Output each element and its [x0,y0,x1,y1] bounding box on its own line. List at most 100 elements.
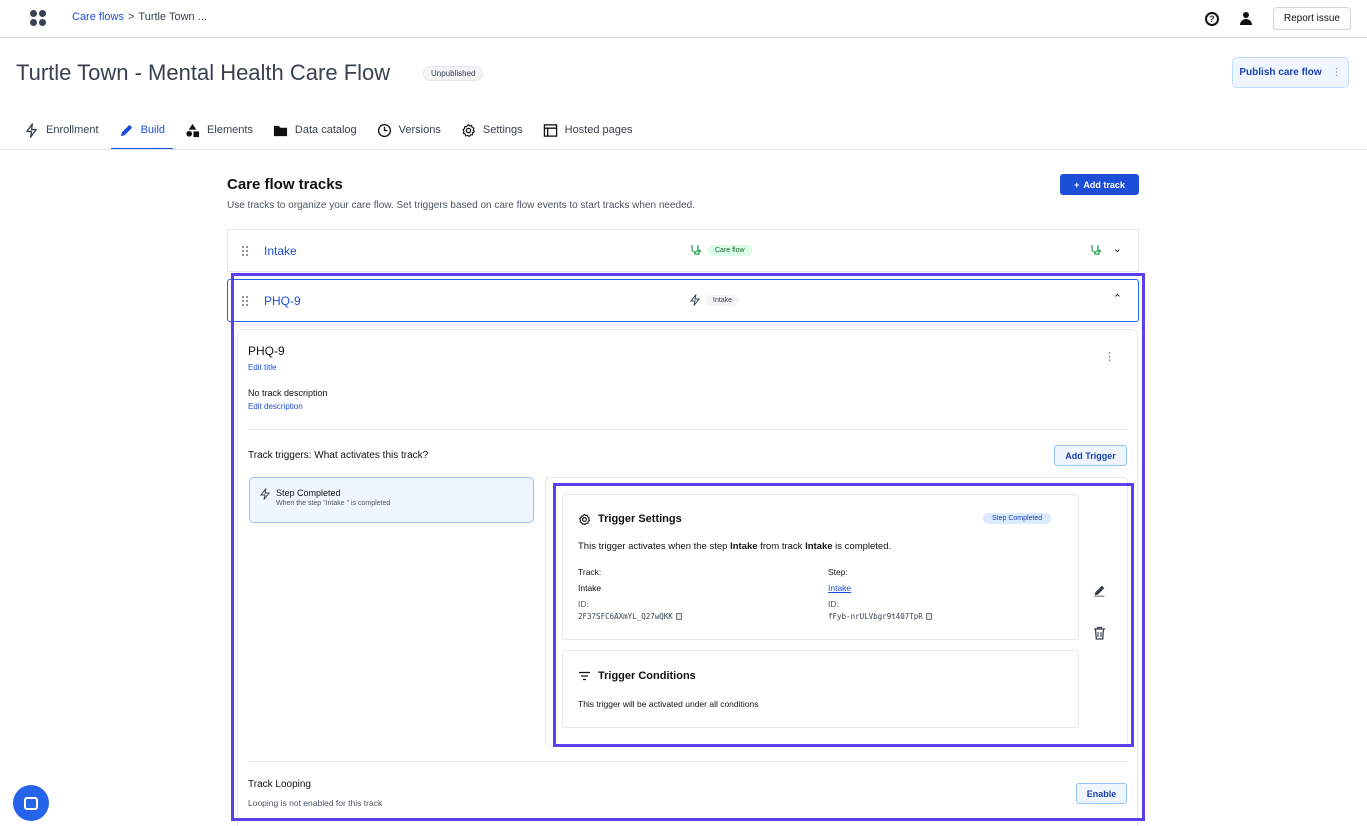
section-subtitle: Use tracks to organize your care flow. S… [227,200,696,211]
add-track-label: Add track [1083,179,1125,190]
track-value: Intake [578,583,602,593]
lightning-icon [26,122,37,138]
edit-title-link[interactable]: Edit title [248,363,276,372]
track-row-phq-9[interactable]: PHQ-9 Intake ⌃ [227,279,1139,322]
gear-icon [579,513,591,526]
tab-label: Settings [482,124,523,136]
track-trigger-summary: Care flow [690,244,752,256]
track-trigger-summary: Intake [690,294,740,306]
top-right-actions: ? Report issue [1204,7,1351,30]
trigger-pill: Care flow [708,244,752,256]
page-title: Turtle Town - Mental Health Care Flow [16,60,391,85]
edit-description-link[interactable]: Edit description [248,402,303,411]
folder-icon [273,125,287,136]
tab-label: Data catalog [294,124,357,136]
tab-label: Build [140,124,166,136]
track-id: 2F37SFC6AXmYL_Q27wQKK [578,612,682,621]
app-logo-icon[interactable] [30,10,46,26]
desc-pre: This trigger activates when the step [578,541,731,552]
stethoscope-icon [691,245,701,255]
tab-elements[interactable]: Elements [177,110,261,150]
publish-label: Publish care flow [1239,67,1322,78]
pencil-icon [120,124,132,136]
track-label: Track: [578,567,602,577]
track-detail-title: PHQ-9 [248,344,285,358]
breadcrumb-care-flows[interactable]: Care flows [72,11,124,23]
desc-post: is completed. [832,541,892,552]
track-name[interactable]: PHQ-9 [264,294,301,308]
track-looping-description: Looping is not enabled for this track [248,798,383,808]
status-badge: Unpublished [423,66,484,81]
clock-icon [377,123,391,137]
edit-icon[interactable] [1093,584,1106,597]
drag-handle-icon[interactable] [242,296,249,306]
trash-icon[interactable] [1093,626,1106,640]
nav-tabs: Enrollment Build Elements Data catalog V… [16,110,645,150]
kebab-icon[interactable]: ⋮ [1104,350,1115,363]
user-icon[interactable] [1239,11,1253,26]
trigger-item-title: Step Completed [276,488,341,498]
step-label: Step: [828,567,848,577]
tabs-divider [0,149,1367,150]
plus-icon: + [1074,179,1080,190]
track-name[interactable]: Intake [264,244,297,258]
track-id-value: 2F37SFC6AXmYL_Q27wQKK [578,612,673,621]
tab-settings[interactable]: Settings [453,110,531,150]
breadcrumb-current: Turtle Town ... [138,11,207,23]
gear-icon [462,123,475,137]
copy-icon[interactable] [675,613,682,620]
top-bar: Care flows > Turtle Town ... ? Report is… [0,0,1367,38]
chat-launcher-icon[interactable] [13,785,49,821]
breadcrumb-separator: > [127,11,135,23]
track-id-label: ID: [578,599,589,609]
step-id-value: fFyb-nrULVbgr9t407TpR [828,612,923,621]
section-title: Care flow tracks [227,176,343,193]
tab-build[interactable]: Build [110,110,174,150]
report-issue-button[interactable]: Report issue [1272,7,1351,30]
tab-hosted-pages[interactable]: Hosted pages [535,110,641,150]
trigger-item-subtitle: When the step "Intake " is completed [276,500,391,507]
trigger-settings-title: Trigger Settings [598,513,682,525]
tab-versions[interactable]: Versions [369,110,449,150]
divider [248,429,1128,430]
trigger-conditions-card [562,650,1079,728]
trigger-list-item[interactable]: Step Completed When the step "Intake " i… [249,477,534,523]
trigger-conditions-description: This trigger will be activated under all… [578,699,759,709]
divider [248,761,1128,762]
breadcrumb: Care flows > Turtle Town ... [72,11,207,23]
trigger-conditions-title: Trigger Conditions [598,670,696,682]
track-description: No track description [248,388,328,398]
tab-label: Hosted pages [564,124,633,136]
desc-mid: from track [757,541,806,552]
desc-step: Intake [730,541,758,552]
chevron-up-icon[interactable]: ⌃ [1113,292,1122,305]
add-track-button[interactable]: + Add track [1060,174,1139,195]
trigger-settings-description: This trigger activates when the step Int… [578,541,891,552]
shapes-icon [186,123,200,137]
tab-label: Enrollment [46,124,99,136]
desc-track: Intake [805,541,833,552]
trigger-pill: Intake [706,294,740,306]
track-triggers-heading: Track triggers: What activates this trac… [248,450,429,461]
stethoscope-icon [1090,244,1102,259]
add-trigger-button[interactable]: Add Trigger [1054,445,1127,466]
help-icon[interactable]: ? [1204,11,1219,26]
tab-label: Elements [207,124,253,136]
drag-handle-icon[interactable] [242,246,249,256]
track-looping-title: Track Looping [248,779,311,790]
tab-data-catalog[interactable]: Data catalog [265,110,365,150]
enable-looping-button[interactable]: Enable [1076,783,1127,804]
chevron-down-icon[interactable]: ⌄ [1113,242,1122,255]
lightning-icon [690,294,700,306]
publish-care-flow-button[interactable]: Publish care flow ⋮ [1232,57,1349,88]
step-id-label: ID: [828,599,839,609]
kebab-icon[interactable]: ⋮ [1332,67,1342,78]
copy-icon[interactable] [925,613,932,620]
browser-icon [543,123,557,137]
track-row-intake[interactable]: Intake Care flow ⌄ [227,229,1139,272]
lightning-icon [260,488,270,500]
filter-icon [579,671,590,681]
tab-label: Versions [398,124,441,136]
tab-enrollment[interactable]: Enrollment [16,110,107,150]
step-link[interactable]: Intake [828,583,851,593]
